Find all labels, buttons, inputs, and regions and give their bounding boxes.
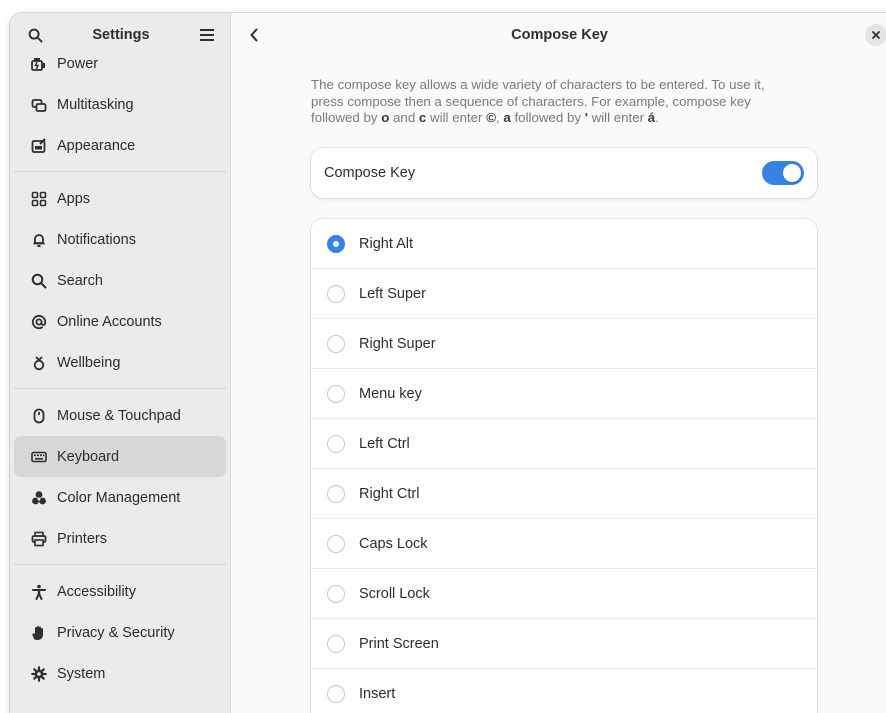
option-label: Menu key <box>359 385 422 402</box>
radio-button[interactable] <box>327 234 345 253</box>
option-caps-lock[interactable]: Caps Lock <box>311 519 817 569</box>
radio-button[interactable] <box>327 334 345 353</box>
sidebar-separator <box>14 388 226 389</box>
bell-icon <box>31 232 47 248</box>
option-insert[interactable]: Insert <box>311 669 817 713</box>
sidebar: Power Multitasking Appearance Apps Notificat… <box>10 13 231 713</box>
apps-icon <box>31 191 47 207</box>
option-left-ctrl[interactable]: Left Ctrl <box>311 419 817 469</box>
option-label: Caps Lock <box>359 535 428 552</box>
sidebar-item-online-accounts[interactable]: Online Accounts <box>14 301 226 342</box>
sidebar-item-label: Power <box>57 55 99 72</box>
option-label: Right Alt <box>359 235 413 252</box>
option-menu-key[interactable]: Menu key <box>311 369 817 419</box>
option-label: Right Ctrl <box>359 485 420 502</box>
option-right-ctrl[interactable]: Right Ctrl <box>311 469 817 519</box>
option-left-super[interactable]: Left Super <box>311 269 817 319</box>
option-scroll-lock[interactable]: Scroll Lock <box>311 569 817 619</box>
option-label: Right Super <box>359 335 436 352</box>
sidebar-item-keyboard[interactable]: Keyboard <box>14 436 226 477</box>
sidebar-header: Settings <box>10 13 230 57</box>
sidebar-title: Settings <box>92 27 150 43</box>
sidebar-item-search[interactable]: Search <box>14 260 226 301</box>
hand-icon <box>31 625 47 641</box>
sidebar-item-label: Apps <box>57 190 91 207</box>
sidebar-item-wellbeing[interactable]: Wellbeing <box>14 342 226 383</box>
radio-button[interactable] <box>327 384 345 403</box>
option-right-alt[interactable]: Right Alt <box>311 219 817 269</box>
multitasking-icon <box>31 97 47 113</box>
sidebar-item-system[interactable]: System <box>14 653 226 694</box>
appearance-icon <box>31 137 47 154</box>
radio-button[interactable] <box>327 484 345 503</box>
sidebar-item-label: Privacy & Security <box>57 624 175 641</box>
gear-icon <box>31 665 47 682</box>
sidebar-item-color-management[interactable]: Color Management <box>14 477 226 518</box>
option-label: Insert <box>359 685 396 702</box>
search-button[interactable] <box>22 22 48 48</box>
sidebar-item-appearance[interactable]: Appearance <box>14 125 226 166</box>
option-label: Scroll Lock <box>359 585 430 602</box>
sidebar-item-label: Wellbeing <box>57 354 121 371</box>
sidebar-list: Power Multitasking Appearance Apps Notificat… <box>10 43 230 694</box>
option-label: Left Ctrl <box>359 435 410 452</box>
sidebar-separator <box>14 564 226 565</box>
search-icon <box>31 273 47 289</box>
radio-button[interactable] <box>327 284 345 303</box>
radio-button[interactable] <box>327 684 345 703</box>
sidebar-item-label: Notifications <box>57 231 136 248</box>
sidebar-item-label: Search <box>57 272 103 289</box>
at-icon <box>31 314 47 330</box>
option-label: Print Screen <box>359 635 439 652</box>
close-icon <box>872 31 880 39</box>
sidebar-item-mouse-touchpad[interactable]: Mouse & Touchpad <box>14 395 226 436</box>
page-title: Compose Key <box>511 27 608 43</box>
sidebar-item-label: Accessibility <box>57 583 136 600</box>
sidebar-item-label: Color Management <box>57 489 181 506</box>
settings-window: Power Multitasking Appearance Apps Notificat… <box>10 13 886 713</box>
search-icon <box>28 28 43 43</box>
hamburger-icon <box>199 29 214 41</box>
sidebar-separator <box>14 171 226 172</box>
content-header: Compose Key <box>231 13 886 57</box>
sidebar-item-apps[interactable]: Apps <box>14 178 226 219</box>
compose-key-options: Right Alt Left Super Right Super Menu key Le… <box>311 219 817 713</box>
compose-key-row: Compose Key <box>311 148 817 198</box>
compose-key-switch[interactable] <box>762 161 804 185</box>
printer-icon <box>31 531 47 547</box>
sidebar-item-printers[interactable]: Printers <box>14 518 226 559</box>
keyboard-icon <box>31 449 47 465</box>
radio-button[interactable] <box>327 584 345 603</box>
content-pane: Compose Key The compose key allows a wid… <box>231 13 886 713</box>
sidebar-item-notifications[interactable]: Notifications <box>14 219 226 260</box>
radio-button[interactable] <box>327 534 345 553</box>
accessibility-icon <box>31 584 47 600</box>
sidebar-item-label: System <box>57 665 106 682</box>
mouse-icon <box>31 408 47 424</box>
sidebar-item-multitasking[interactable]: Multitasking <box>14 84 226 125</box>
option-right-super[interactable]: Right Super <box>311 319 817 369</box>
sidebar-item-label: Appearance <box>57 137 136 154</box>
sidebar-item-privacy-security[interactable]: Privacy & Security <box>14 612 226 653</box>
sidebar-item-label: Online Accounts <box>57 313 162 330</box>
color-icon <box>31 490 47 506</box>
sidebar-item-label: Keyboard <box>57 448 120 465</box>
sidebar-item-label: Multitasking <box>57 96 134 113</box>
sidebar-item-accessibility[interactable]: Accessibility <box>14 571 226 612</box>
option-print-screen[interactable]: Print Screen <box>311 619 817 669</box>
sidebar-item-label: Printers <box>57 530 107 547</box>
radio-button[interactable] <box>327 434 345 453</box>
power-icon <box>31 56 47 72</box>
option-label: Left Super <box>359 285 426 302</box>
main-menu-button[interactable] <box>194 22 220 48</box>
radio-button[interactable] <box>327 634 345 653</box>
compose-key-label: Compose Key <box>324 165 416 181</box>
compose-description: The compose key allows a wide variety of… <box>311 77 765 125</box>
wellbeing-icon <box>31 355 47 371</box>
close-button[interactable] <box>865 24 886 46</box>
sidebar-item-label: Mouse & Touchpad <box>57 407 181 424</box>
